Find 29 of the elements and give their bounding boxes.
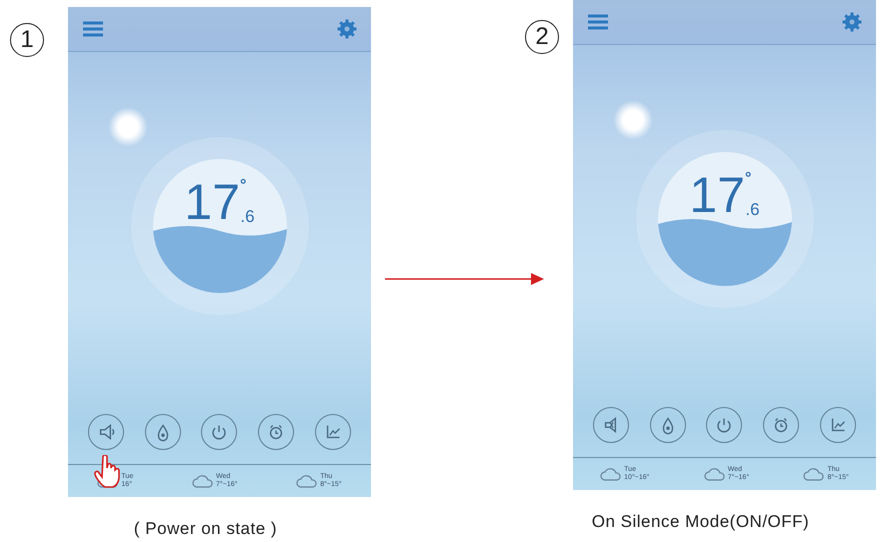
temperature-value: 17 — [184, 177, 240, 227]
line-chart-button[interactable] — [820, 407, 856, 443]
cloud-icon — [803, 467, 826, 481]
line-chart-button[interactable] — [314, 414, 351, 450]
settings-icon[interactable] — [842, 12, 862, 32]
temperature-value: 17 — [689, 170, 746, 220]
cloud-icon — [192, 474, 214, 488]
temperature-decimal: .6 — [240, 207, 255, 227]
temperature-decimal: .6 — [745, 200, 760, 220]
step-caption: ( Power on state ) — [134, 519, 278, 539]
settings-icon[interactable] — [337, 19, 357, 39]
alarm-clock-button[interactable] — [763, 407, 800, 443]
sound-button[interactable] — [88, 414, 124, 450]
power-button[interactable] — [706, 407, 742, 443]
menu-icon[interactable] — [82, 20, 104, 38]
cloud-icon — [600, 467, 622, 481]
step-number: 1 — [10, 23, 44, 57]
cloud-icon — [704, 467, 726, 481]
degree-sign: ° — [745, 170, 752, 188]
sound-button[interactable] — [593, 407, 630, 443]
step-caption: On Silence Mode(ON/OFF) — [592, 512, 810, 532]
alarm-clock-button[interactable] — [258, 414, 294, 450]
power-button[interactable] — [201, 414, 238, 450]
degree-sign: ° — [240, 177, 246, 195]
menu-icon[interactable] — [587, 13, 609, 31]
cloud-icon — [296, 474, 318, 488]
drop-button[interactable] — [144, 414, 181, 450]
step-number: 2 — [525, 20, 559, 54]
drop-button[interactable] — [650, 407, 686, 443]
